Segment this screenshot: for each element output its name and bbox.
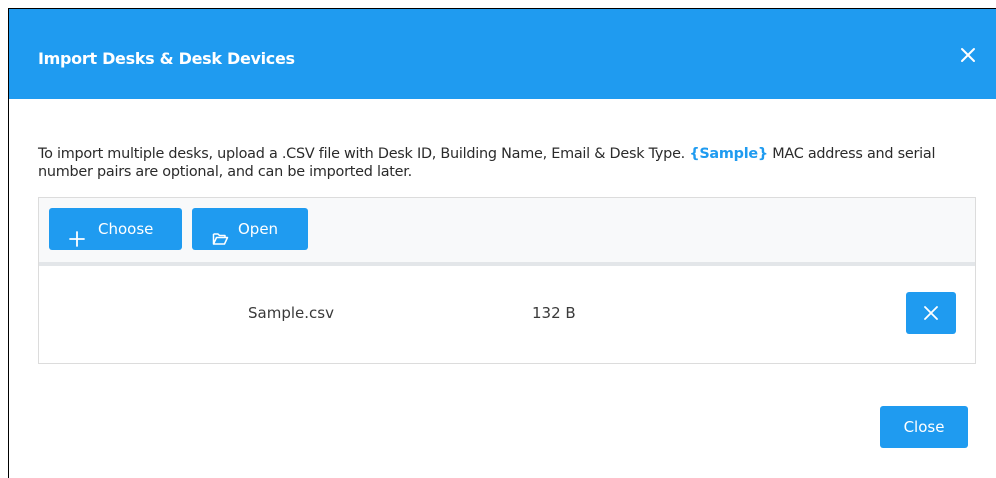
folder-open-icon [212, 221, 229, 245]
close-icon[interactable] [956, 43, 980, 67]
file-size: 132 B [532, 304, 576, 322]
import-dialog: Import Desks & Desk Devices To import mu… [8, 8, 996, 478]
instructions-text-before: To import multiple desks, upload a .CSV … [38, 146, 690, 162]
close-button[interactable]: Close [880, 406, 968, 448]
dialog-header: Import Desks & Desk Devices [9, 9, 996, 99]
choose-button-label: Choose [98, 220, 154, 238]
dialog-title: Import Desks & Desk Devices [38, 49, 295, 68]
close-icon [924, 306, 938, 320]
file-name: Sample.csv [248, 304, 334, 322]
file-upload: Choose Open Sample.csv 132 B [38, 197, 976, 364]
open-button[interactable]: Open [192, 208, 308, 250]
choose-button[interactable]: Choose [49, 208, 182, 250]
plus-icon [69, 221, 85, 247]
file-row: Sample.csv 132 B [39, 266, 975, 363]
sample-link[interactable]: {Sample} [689, 146, 768, 162]
remove-file-button[interactable] [906, 292, 956, 334]
open-button-label: Open [238, 220, 279, 238]
import-instructions: To import multiple desks, upload a .CSV … [38, 145, 978, 181]
upload-toolbar: Choose Open [39, 198, 975, 266]
